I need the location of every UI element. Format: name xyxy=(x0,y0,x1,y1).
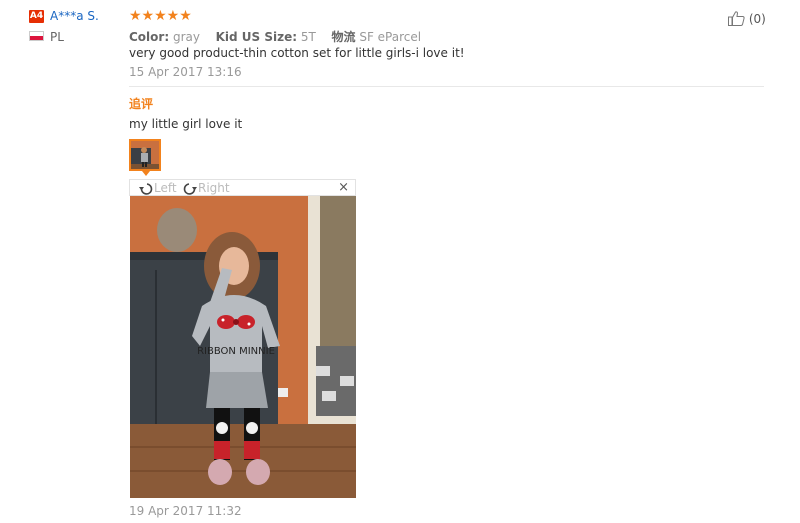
photo-thumbnail[interactable] xyxy=(129,139,161,171)
shirt-print-text: RIBBON MINNIE xyxy=(197,346,275,357)
followup-title: 追评 xyxy=(129,97,154,111)
divider xyxy=(129,86,764,87)
rotate-right-button[interactable]: Right xyxy=(182,180,230,196)
review-date: 15 Apr 2017 13:16 xyxy=(129,65,242,79)
attr-label: 物流 xyxy=(331,30,356,44)
photo-viewer-toolbar: Left Right × xyxy=(129,179,356,196)
thumbnail-image xyxy=(131,141,159,169)
thumbs-up-icon xyxy=(728,11,745,26)
rotate-left-label: Left xyxy=(154,181,177,195)
rating-stars: ★★★★★ xyxy=(129,8,192,24)
attr-value: gray xyxy=(172,30,200,44)
review-text: very good product-thin cotton set for li… xyxy=(129,46,465,60)
rotate-right-label: Right xyxy=(198,181,230,195)
review-photo-image: RIBBON MINNIE xyxy=(130,196,356,498)
attr-label: Kid US Size: xyxy=(215,30,298,44)
reviewer-name[interactable]: A***a S. xyxy=(50,9,99,23)
rotate-left-button[interactable]: Left xyxy=(138,180,177,196)
attr-value: SF eParcel xyxy=(359,30,422,44)
attr-label: Color: xyxy=(129,30,170,44)
order-attributes: Color: gray Kid US Size: 5T 物流 SF eParce… xyxy=(129,28,421,45)
reviewer-country: PL xyxy=(50,30,64,44)
user-level-badge: A4 xyxy=(29,10,44,23)
attr-value: 5T xyxy=(300,30,316,44)
close-viewer-button[interactable]: × xyxy=(338,180,349,196)
thumbnail-pointer xyxy=(142,171,150,176)
followup-date: 19 Apr 2017 11:32 xyxy=(129,504,242,518)
helpful-button[interactable]: (0) xyxy=(728,11,766,26)
helpful-count: (0) xyxy=(748,12,766,26)
review-photo: RIBBON MINNIE xyxy=(130,196,356,498)
rotate-right-icon xyxy=(183,182,197,195)
followup-text: my little girl love it xyxy=(129,117,243,131)
rotate-left-icon xyxy=(139,182,153,195)
country-flag-icon xyxy=(29,31,44,41)
